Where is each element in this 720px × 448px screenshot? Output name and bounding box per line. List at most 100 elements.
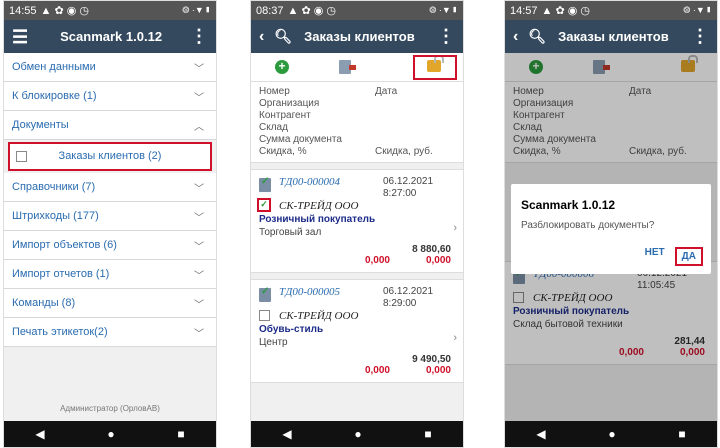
status-bar: 08:37 ▲ ✿ ◉ ◷ ⨷ ·▼▮ — [251, 1, 463, 20]
unlock-dialog: Scanmark 1.0.12 Разблокировать документы… — [511, 184, 711, 274]
screen-orders-dialog: 14:57 ▲ ✿ ◉ ◷ ⨷ ·▼▮ ‹ 🔍︎ Заказы клиентов … — [504, 0, 718, 448]
chevron-down-icon: ﹀ — [194, 183, 204, 195]
android-nav-bar: ◀ ● ■ — [251, 421, 463, 447]
menu-item-label: Команды (8) — [12, 297, 76, 309]
back-icon[interactable]: ◀ — [536, 427, 545, 441]
chevron-right-icon: › — [453, 222, 457, 234]
home-icon[interactable]: ● — [107, 427, 114, 441]
submenu-item-customer-orders[interactable]: Заказы клиентов (2) — [8, 142, 212, 171]
search-icon[interactable]: 🔍︎ — [274, 28, 292, 45]
menu-item-label: Документы — [12, 119, 69, 131]
menu-item-commands[interactable]: Команды (8) ﹀ — [4, 289, 216, 318]
document-icon — [259, 286, 271, 302]
back-arrow-icon[interactable]: ‹ — [259, 28, 264, 46]
organization: СК-ТРЕЙД ООО — [279, 310, 359, 322]
home-icon[interactable]: ● — [608, 427, 615, 441]
overflow-menu-icon[interactable]: ⋮ — [437, 27, 455, 45]
order-card[interactable]: ✓ ТД00-000004 06.12.20218:27:00 СК-ТРЕЙД… — [251, 169, 463, 273]
app-toolbar: ☰ Scanmark 1.0.12 ⋮ — [4, 20, 216, 53]
screen-main-menu: 14:55 ▲ ✿ ◉ ◷ ⨷ ·▼▮ ☰ Scanmark 1.0.12 ⋮ О… — [3, 0, 217, 448]
status-icons: ▲ ✿ ◉ ◷ — [541, 5, 590, 17]
export-icon[interactable] — [339, 60, 356, 74]
back-icon[interactable]: ◀ — [282, 427, 291, 441]
status-time: 14:55 — [9, 4, 37, 17]
menu-item-label: Импорт объектов (6) — [12, 239, 117, 251]
yes-button[interactable]: ДА — [674, 247, 703, 266]
status-time: 08:37 — [256, 4, 284, 17]
menu-item-to-lock[interactable]: К блокировке (1) ﹀ — [4, 82, 216, 111]
contractor: Розничный покупатель — [259, 214, 376, 225]
menu-item-label: Штрихкоды (177) — [12, 210, 99, 222]
chevron-down-icon: ﹀ — [194, 241, 204, 253]
recents-icon[interactable]: ■ — [678, 427, 685, 441]
menu-item-label: Обмен данными — [12, 61, 96, 73]
android-nav-bar: ◀ ● ■ — [4, 421, 216, 447]
header-field: Номер — [259, 86, 290, 97]
order-card[interactable]: ТД00-000005 06.12.20218:29:00 СК-ТРЕЙД О… — [251, 279, 463, 383]
action-toolbar: + — [251, 53, 463, 82]
overflow-menu-icon[interactable]: ⋮ — [190, 27, 208, 45]
status-right-icons: ⨷ ·▼▮ — [429, 5, 458, 15]
chevron-down-icon: ﹀ — [194, 92, 204, 104]
menu-item-import-reports[interactable]: Импорт отчетов (1) ﹀ — [4, 260, 216, 289]
home-icon[interactable]: ● — [354, 427, 361, 441]
no-button[interactable]: НЕТ — [645, 247, 665, 266]
main-menu-list: Обмен данными ﹀ К блокировке (1) ﹀ Докумен… — [4, 53, 216, 347]
submenu-item-label: Заказы клиентов (2) — [58, 150, 162, 162]
header-field: Сумма документа — [259, 134, 342, 145]
status-right-icons: ⨷ ·▼▮ — [182, 5, 211, 15]
checkbox-checked[interactable]: ✓ — [257, 198, 271, 212]
contractor: Обувь-стиль — [259, 324, 324, 335]
chevron-right-icon: › — [453, 332, 457, 344]
chevron-down-icon: ﹀ — [194, 212, 204, 224]
menu-item-exchange[interactable]: Обмен данными ﹀ — [4, 53, 216, 82]
recents-icon[interactable]: ■ — [177, 427, 184, 441]
overflow-menu-icon[interactable]: ⋮ — [691, 27, 709, 45]
document-icon — [259, 176, 271, 192]
screen-title: Заказы клиентов — [558, 29, 669, 44]
organization: СК-ТРЕЙД ООО — [279, 200, 359, 212]
back-icon[interactable]: ◀ — [35, 427, 44, 441]
chevron-down-icon: ﹀ — [194, 270, 204, 282]
list-header: Номер Дата Организация Контрагент Склад … — [251, 82, 463, 163]
time-text: 8:27:00 — [383, 188, 417, 199]
doc-sum: 8 880,60 — [412, 244, 451, 255]
menu-item-barcodes[interactable]: Штрихкоды (177) ﹀ — [4, 202, 216, 231]
doc-sum: 9 490,50 — [412, 354, 451, 365]
checkbox[interactable] — [16, 151, 27, 162]
discount-pct: 0,000 — [364, 255, 390, 266]
date-text: 06.12.2021 — [383, 176, 434, 187]
back-arrow-icon[interactable]: ‹ — [513, 28, 518, 46]
highlight-box — [413, 55, 457, 80]
menu-item-label: Справочники (7) — [12, 181, 96, 193]
status-icons: ▲ ✿ ◉ ◷ — [287, 5, 336, 17]
menu-item-label: Импорт отчетов (1) — [12, 268, 110, 280]
order-date: 06.12.2021 8:27:00 — [383, 176, 433, 200]
menu-item-directories[interactable]: Справочники (7) ﹀ — [4, 173, 216, 202]
user-footer: Администратор (ОрловАВ) — [60, 404, 160, 413]
menu-item-documents[interactable]: Документы ︿ — [4, 111, 216, 140]
header-field: Склад — [259, 122, 288, 133]
app-toolbar: ‹ 🔍︎ Заказы клиентов ⋮ — [505, 20, 717, 53]
chevron-down-icon: ﹀ — [194, 328, 204, 340]
menu-item-label: Печать этикеток(2) — [12, 326, 108, 338]
hamburger-menu-icon[interactable]: ☰ — [12, 28, 28, 46]
add-icon[interactable]: + — [275, 60, 289, 74]
discount-rub: 0,000 — [425, 255, 451, 266]
discount-pct: 0,000 — [364, 365, 390, 376]
status-time: 14:57 — [510, 4, 538, 17]
header-field: Контрагент — [259, 110, 311, 121]
app-toolbar: ‹ 🔍︎ Заказы клиентов ⋮ — [251, 20, 463, 53]
menu-item-import-objects[interactable]: Импорт объектов (6) ﹀ — [4, 231, 216, 260]
checkbox[interactable] — [259, 310, 270, 321]
menu-item-label-print[interactable]: Печать этикеток(2) ﹀ — [4, 318, 216, 347]
header-field: Скидка, руб. — [375, 146, 433, 157]
recents-icon[interactable]: ■ — [424, 427, 431, 441]
warehouse: Центр — [259, 337, 288, 348]
menu-item-label: К блокировке (1) — [12, 90, 97, 102]
android-nav-bar: ◀ ● ■ — [505, 421, 717, 447]
order-date: 06.12.2021 8:29:00 — [383, 286, 433, 310]
status-bar: 14:57 ▲ ✿ ◉ ◷ ⨷ ·▼▮ — [505, 1, 717, 20]
status-right-icons: ⨷ ·▼▮ — [683, 5, 712, 15]
search-icon[interactable]: 🔍︎ — [528, 28, 546, 45]
